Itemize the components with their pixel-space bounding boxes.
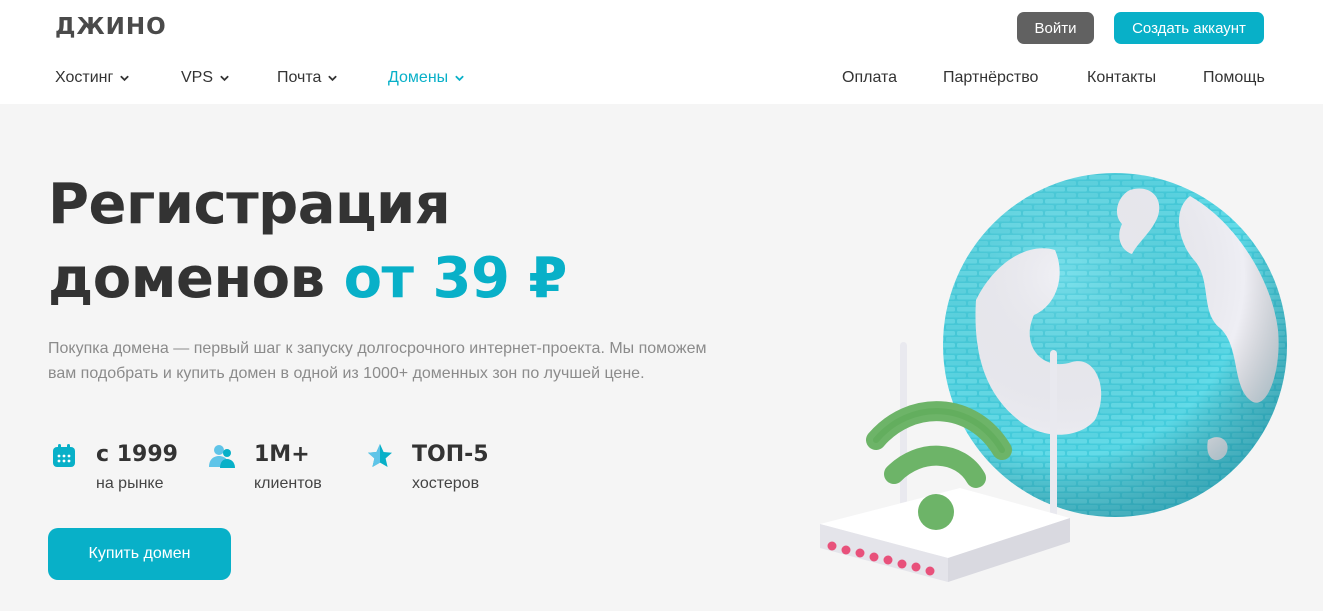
stat-label: клиентов: [254, 475, 322, 492]
nav-item-vps[interactable]: VPS: [181, 69, 229, 87]
buy-domain-button[interactable]: Купить домен: [48, 528, 231, 580]
nav-item-payment[interactable]: Оплата: [842, 69, 897, 87]
nav-item-label: Домены: [388, 69, 449, 86]
stat-clients: 1M+ клиентов: [208, 441, 322, 493]
chevron-down-icon: [455, 75, 464, 81]
hero-description: Покупка домена — первый шаг к запуску до…: [48, 340, 707, 382]
chevron-down-icon: [328, 75, 337, 81]
nav-item-hosting[interactable]: Хостинг: [55, 69, 129, 87]
globe: [943, 173, 1287, 517]
nav-item-label: Почта: [277, 69, 322, 86]
globe-router-illustration: [820, 173, 1287, 582]
title-line-2: доменов: [48, 246, 325, 311]
nav-item-mail[interactable]: Почта: [277, 69, 337, 87]
chevron-down-icon: [120, 75, 129, 81]
chevron-down-icon: [220, 75, 229, 81]
stat-years: с 1999 на рынке: [50, 441, 178, 493]
stat-value: ТОП-5: [412, 442, 489, 467]
nav-item-partnership[interactable]: Партнёрство: [943, 69, 1038, 87]
star-icon: [368, 444, 392, 467]
nav-item-label: Хостинг: [55, 69, 114, 86]
users-icon: [209, 445, 235, 468]
nav-item-contacts[interactable]: Контакты: [1087, 69, 1156, 87]
nav-item-help[interactable]: Помощь: [1203, 69, 1265, 87]
calendar-icon: [53, 444, 75, 467]
logo[interactable]: ДЖИНО: [55, 14, 167, 40]
nav-item-label: VPS: [181, 69, 214, 86]
stat-value: 1M+: [254, 442, 310, 467]
page-title: Регистрация доменов от 39 ₽: [48, 168, 567, 316]
login-button[interactable]: Войти: [1017, 12, 1094, 44]
stat-label: хостеров: [412, 475, 480, 492]
stat-label: на рынке: [96, 475, 164, 492]
title-line-1: Регистрация: [48, 172, 451, 237]
site-header: ДЖИНО Войти Создать аккаунт Хостинг VPS …: [0, 0, 1323, 104]
stat-value: с 1999: [96, 442, 178, 467]
signup-button[interactable]: Создать аккаунт: [1114, 12, 1264, 44]
nav-item-domains[interactable]: Домены: [388, 69, 464, 87]
title-price: от 39 ₽: [343, 246, 568, 311]
stat-rank: ТОП-5 хостеров: [366, 441, 489, 493]
